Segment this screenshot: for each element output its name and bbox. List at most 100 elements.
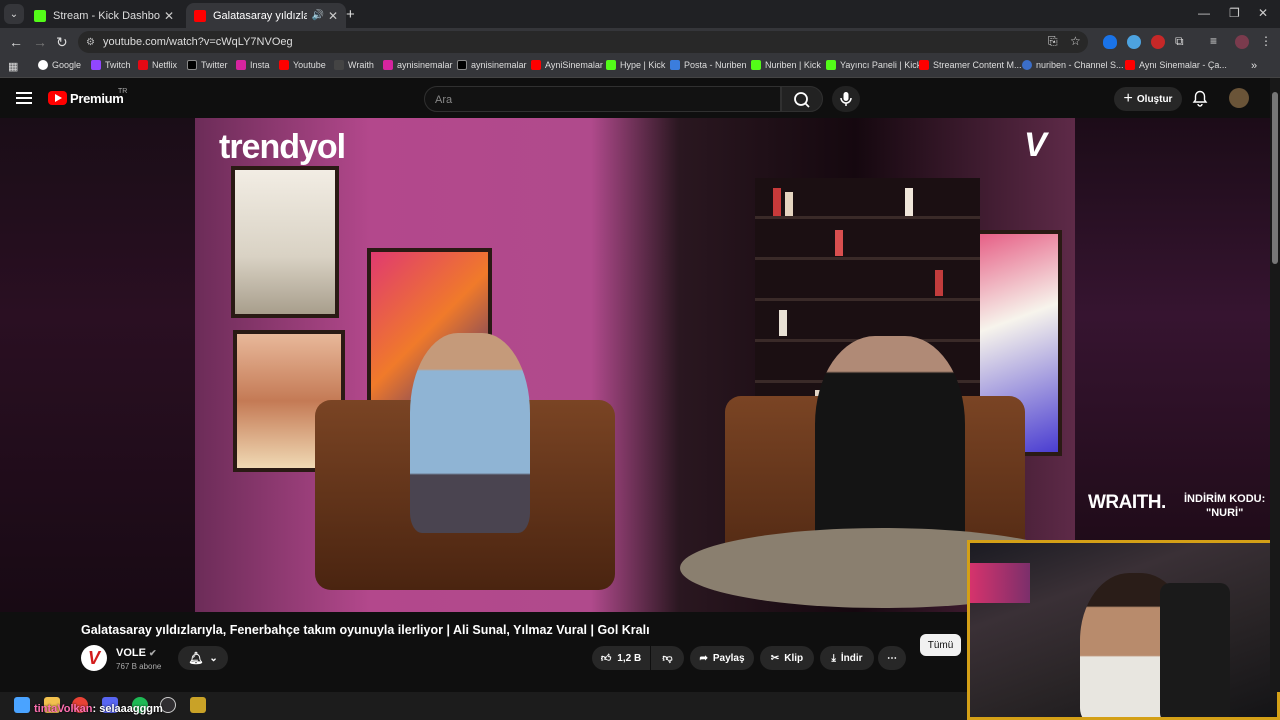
tab-kick-dashboard[interactable]: Stream - Kick Dashboard ✕ — [26, 3, 182, 28]
plus-icon: + — [1123, 90, 1133, 107]
microphone-icon — [840, 92, 852, 106]
bookmark-twitch[interactable]: Twitch — [91, 60, 131, 70]
address-bar[interactable]: ⚙ youtube.com/watch?v=cWqLY7NVOeg — [78, 31, 1088, 53]
dislike-button[interactable]: 👎︎ — [651, 646, 684, 670]
site-info-icon[interactable]: ⚙ — [86, 37, 95, 48]
youtube-logo-icon[interactable] — [48, 91, 67, 105]
puzzle-icon[interactable]: ⧉ — [1175, 34, 1184, 49]
scrollbar-thumb[interactable] — [1272, 92, 1278, 264]
bookmark-google[interactable]: Google — [38, 60, 81, 70]
video-frame: trendyol — [195, 118, 1085, 612]
app-icon[interactable] — [190, 697, 206, 713]
channel-name[interactable]: VOLE ✔ — [116, 647, 157, 659]
forward-icon[interactable]: → — [33, 34, 47, 50]
extension-red-icon[interactable] — [1151, 35, 1165, 49]
book — [773, 188, 781, 216]
webcam-overlay — [967, 540, 1280, 720]
browser-tabstrip: ⌄ Stream - Kick Dashboard ✕ Galatasaray … — [0, 0, 1280, 28]
gaming-chair — [1160, 583, 1230, 717]
bookmark-star-icon[interactable]: ☆ — [1070, 34, 1081, 48]
rgb-lights — [970, 563, 1030, 603]
ad-brand: WRAITH. — [1088, 492, 1166, 513]
bookmark-youtube[interactable]: Youtube — [279, 60, 326, 70]
google-icon — [38, 60, 48, 70]
video-info: Galatasaray yıldızlarıyla, Fenerbahçe ta… — [0, 612, 965, 692]
back-icon[interactable]: ← — [9, 34, 23, 50]
kick-icon — [34, 9, 46, 22]
download-icon: ⤓ — [831, 652, 836, 664]
video-player[interactable]: trendyol V WRAITH. İNDİRİM KODU: "NURİ" — [0, 118, 1270, 612]
clip-button[interactable]: ✂ Klip — [760, 646, 814, 670]
bookmark-nuriben-kick[interactable]: Nuriben | Kick — [751, 60, 821, 70]
twitch-icon — [91, 60, 101, 70]
bookmark-streamer-content[interactable]: Streamer Content M... — [919, 60, 1022, 70]
book — [785, 192, 793, 216]
bookmark-ayni-sinemalar[interactable]: Aynı Sinemalar - Ça... — [1125, 60, 1227, 70]
reload-icon[interactable]: ↻ — [56, 34, 68, 51]
book — [905, 188, 913, 216]
like-button[interactable]: 👍︎ 1,2 B — [592, 646, 650, 670]
avatar[interactable] — [1229, 88, 1249, 108]
bookmark-nuriben-channel[interactable]: nuriben - Channel S... — [1022, 60, 1124, 70]
youtube-icon — [279, 60, 289, 70]
scissors-icon: ✂ — [770, 652, 780, 664]
subscribe-notify-button[interactable]: 🔔︎ ⌄ — [178, 646, 228, 670]
more-actions-button[interactable]: ⋯ — [878, 646, 906, 670]
share-icon: ➦ — [699, 652, 708, 664]
profile-icon[interactable] — [1235, 35, 1249, 49]
channel-avatar[interactable]: V — [81, 645, 107, 671]
chat-message: : selaaagggm — [92, 703, 163, 715]
extension-shield-icon[interactable] — [1103, 35, 1117, 49]
youtube-icon — [1125, 60, 1135, 70]
extension-globe-icon[interactable] — [1127, 35, 1141, 49]
speaker-icon[interactable]: 🔊 — [311, 10, 323, 21]
filter-chip-all[interactable]: Tümü — [920, 634, 961, 656]
thumbs-up-icon: 👍︎ — [600, 653, 612, 664]
install-icon[interactable]: ⎘ — [1048, 34, 1058, 49]
share-button[interactable]: ➦ Paylaş — [690, 646, 754, 670]
hamburger-menu-icon[interactable] — [16, 92, 32, 104]
search-button[interactable] — [781, 86, 823, 112]
tab-search-button[interactable]: ⌄ — [4, 4, 24, 24]
video-backdrop-right — [1075, 118, 1270, 612]
media-icon[interactable]: ≡ — [1210, 34, 1217, 48]
maximize-button[interactable]: ❐ — [1229, 6, 1240, 20]
page-scrollbar[interactable] — [1270, 78, 1280, 692]
bookmarks-overflow-icon[interactable]: » — [1251, 60, 1257, 72]
bookmark-posta[interactable]: Posta - Nuriben — [670, 60, 747, 70]
premium-label[interactable]: Premium — [70, 91, 124, 106]
x-icon — [457, 60, 467, 70]
tab-title: Galatasaray yıldızlarıyla, Fenerbahçe — [213, 9, 308, 22]
apps-icon[interactable]: ▦ — [8, 60, 18, 73]
menu-icon[interactable]: ⋮ — [1260, 34, 1272, 48]
close-icon[interactable]: ✕ — [164, 9, 174, 23]
notifications-bell-icon[interactable] — [1192, 90, 1208, 107]
bookmark-aynisinemalar-insta[interactable]: aynisinemalar — [383, 60, 453, 70]
bookmark-twitter[interactable]: Twitter — [187, 60, 228, 70]
new-tab-button[interactable]: + — [346, 6, 355, 23]
tab-title: Stream - Kick Dashboard — [53, 9, 160, 22]
search-input[interactable]: Ara — [424, 86, 781, 112]
kick-icon — [751, 60, 761, 70]
minimize-button[interactable]: — — [1198, 6, 1210, 20]
bookmark-hype-kick[interactable]: Hype | Kick — [606, 60, 665, 70]
bookmark-wraith[interactable]: Wraith — [334, 60, 374, 70]
bookmark-netflix[interactable]: Netflix — [138, 60, 177, 70]
windows-start-icon[interactable] — [14, 697, 30, 713]
close-icon[interactable]: ✕ — [328, 9, 338, 23]
bookmark-aynisinemalar-x[interactable]: aynisinemalar — [457, 60, 527, 70]
bell-icon: 🔔︎ — [188, 651, 204, 665]
tab-youtube-video[interactable]: Galatasaray yıldızlarıyla, Fenerbahçe 🔊 … — [186, 3, 346, 28]
book — [835, 230, 843, 256]
mail-icon — [670, 60, 680, 70]
close-window-button[interactable]: ✕ — [1258, 6, 1268, 20]
url-text: youtube.com/watch?v=cWqLY7NVOeg — [102, 36, 293, 48]
bookmark-yayinci-paneli[interactable]: Yayıncı Paneli | Kick — [826, 60, 921, 70]
bookmark-aynisinemalar-yt[interactable]: AyniSinemalar — [531, 60, 603, 70]
bookmark-insta[interactable]: Insta — [236, 60, 270, 70]
download-button[interactable]: ⤓ İndir — [820, 646, 874, 670]
voice-search-button[interactable] — [832, 86, 860, 112]
ad-discount: İNDİRİM KODU: "NURİ" — [1184, 492, 1265, 520]
instagram-icon — [236, 60, 246, 70]
create-button[interactable]: + Oluştur — [1114, 87, 1182, 111]
